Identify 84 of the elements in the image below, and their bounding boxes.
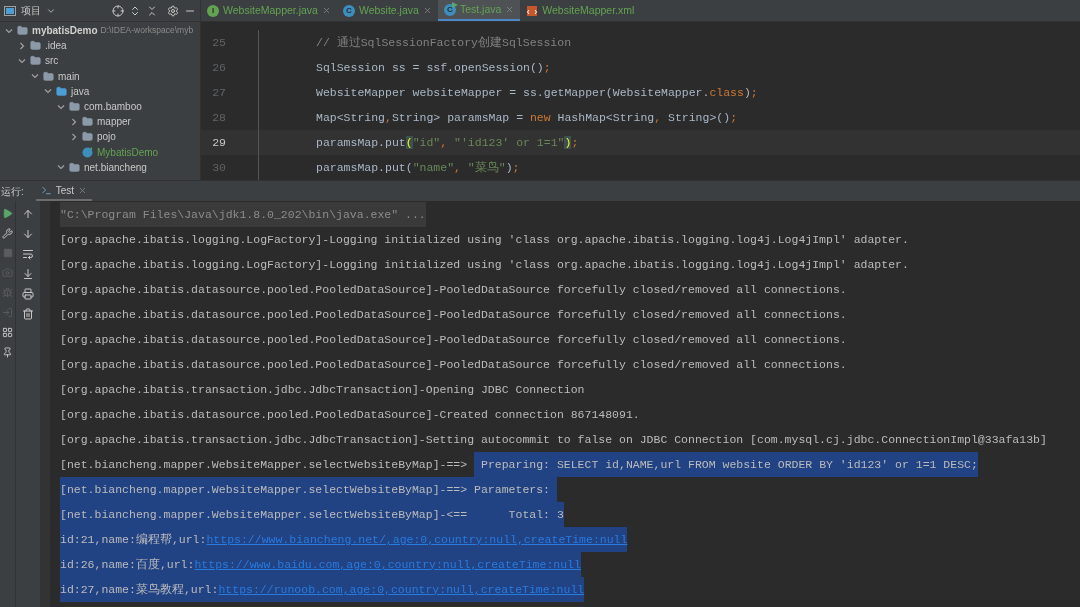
close-icon[interactable] [422, 6, 432, 15]
console-text: [org.apache.ibatis.datasource.pooled.PooledDataSource]-PooledDataSource forcefully closed/removed all connections. [60, 331, 847, 348]
layout-icon[interactable] [2, 327, 13, 338]
folder-icon [82, 131, 93, 143]
close-icon[interactable] [505, 5, 515, 14]
pin-icon[interactable] [2, 347, 13, 358]
console-text: Preparing: SELECT id,NAME,url FROM website ORDER BY 'id123' or 1=1 DESC; [474, 452, 978, 477]
expand-all-icon[interactable] [129, 4, 141, 17]
editor-tab[interactable]: I WebsiteMapper.java [201, 0, 337, 21]
collapse-all-icon[interactable] [146, 4, 158, 17]
line-number: 25 [211, 34, 226, 51]
file-type-icon: C [443, 3, 456, 16]
console-text: id:21,name:编程帮,url: [60, 527, 207, 552]
code-text: paramsMap.put("name", "菜鸟"); [315, 159, 520, 176]
console-text: [org.apache.ibatis.datasource.pooled.PooledDataSource]-PooledDataSource forcefully closed/removed all connections. [60, 306, 847, 323]
scroll-to-end-icon[interactable] [22, 268, 34, 280]
console-text: id:26,name:百度,url: [60, 552, 195, 577]
folder-icon [30, 40, 41, 52]
locate-icon[interactable] [112, 4, 124, 17]
settings-icon[interactable] [167, 4, 179, 17]
line-number: 27 [211, 84, 226, 101]
line-number: 29 [211, 134, 226, 151]
close-icon[interactable] [78, 185, 88, 195]
panel-title[interactable]: 项目 [21, 3, 41, 18]
down-arrow-icon[interactable] [22, 228, 34, 240]
tree-item[interactable]: com.bamboo [84, 99, 142, 115]
console-text: [org.apache.ibatis.datasource.pooled.PooledDataSource]-PooledDataSource forcefully closed/removed all connections. [60, 281, 847, 298]
project-window-icon [4, 5, 16, 16]
console-text: id:27,name:菜鸟教程,url: [60, 577, 219, 602]
console-text: [org.apache.ibatis.transaction.jdbc.JdbcTransaction]-Setting autocommit to false on JDBC Connection [com.mysql.cj.jdbc.ConnectionImpl@33afa13b] [60, 431, 1047, 448]
console-icon [40, 184, 52, 196]
module-path: D:\IDEA-workspace\myb [100, 24, 194, 37]
code-text: WebsiteMapper websiteMapper = ss.getMapper(WebsiteMapper.class); [315, 84, 758, 101]
editor-tab[interactable]: WebsiteMapper.xml [520, 0, 641, 21]
tree-item[interactable]: java [71, 83, 90, 99]
soft-wrap-icon[interactable] [22, 248, 34, 260]
folder-icon [43, 70, 54, 82]
console-text: [org.apache.ibatis.datasource.pooled.PooledDataSource]-Created connection 867148091. [60, 406, 640, 423]
up-arrow-icon[interactable] [22, 208, 34, 220]
folder-icon [17, 25, 28, 37]
code-text: paramsMap.put("id", "'id123' or 1=1"); [315, 134, 579, 151]
tab-label: WebsiteMapper.xml [542, 2, 635, 18]
run-icon[interactable] [2, 208, 13, 219]
console-text: [net.biancheng.mapper.WebsiteMapper.selectWebsiteByMap]-<== Total: 3 [60, 502, 564, 527]
close-icon[interactable] [321, 6, 331, 15]
tree-item[interactable]: src [45, 53, 59, 69]
tree-item[interactable]: pojo [97, 129, 116, 145]
class-icon [82, 146, 93, 158]
trash-icon[interactable] [22, 308, 34, 320]
print-icon[interactable] [22, 288, 34, 300]
console-text: [org.apache.ibatis.datasource.pooled.PooledDataSource]-PooledDataSource forcefully closed/removed all connections. [60, 356, 847, 373]
console-text: "C:\Program Files\Java\jdk1.8.0_202\bin\java.exe" ... [60, 206, 426, 223]
line-number: 28 [211, 109, 226, 126]
code-text: Map<String,String> paramsMap = new HashMap<String, String>(); [315, 109, 738, 126]
folder-icon [82, 116, 93, 128]
line-number: 26 [211, 59, 226, 76]
console-text: [net.biancheng.mapper.WebsiteMapper.selectWebsiteByMap]-==> Parameters: [60, 477, 557, 502]
tree-item[interactable]: main [58, 68, 80, 84]
tab-label: Website.java [358, 2, 419, 18]
tree-item[interactable]: .idea [45, 38, 67, 54]
code-text: // 通过SqlSessionFactory创建SqlSession [315, 34, 572, 51]
tree-item[interactable]: mapper [97, 114, 131, 130]
console-text: [net.biancheng.mapper.WebsiteMapper.selectWebsiteByMap]-==> [60, 456, 469, 473]
folder-icon [69, 161, 80, 173]
line-number: 30 [211, 159, 226, 176]
wrench-icon[interactable] [2, 228, 13, 239]
console-text: [org.apache.ibatis.logging.LogFactory]-Logging initialized using 'class org.apache.ibatis.logging.log4j.Log4jImpl' adapter. [60, 256, 909, 273]
xml-file-icon [526, 4, 539, 17]
folder-icon [69, 101, 80, 113]
console-text: [org.apache.ibatis.logging.LogFactory]-Logging initialized using 'class org.apache.ibatis.logging.log4j.Log4jImpl' adapter. [60, 231, 909, 248]
console-text: [org.apache.ibatis.transaction.jdbc.JdbcTransaction]-Opening JDBC Connection [60, 381, 585, 398]
tab-label: WebsiteMapper.java [223, 2, 318, 18]
tree-item[interactable]: net.biancheng [84, 159, 147, 175]
folder-icon [56, 85, 67, 97]
file-type-icon: C [342, 4, 355, 17]
file-type-icon: I [207, 4, 219, 17]
tree-item[interactable]: mybatisDemo [32, 23, 98, 39]
editor-tab[interactable]: C Test.java [437, 0, 521, 21]
folder-icon [30, 55, 41, 67]
run-label: 运行: [0, 184, 24, 199]
code-text: SqlSession ss = ssf.openSession(); [315, 59, 551, 76]
tab-label: Test.java [459, 1, 502, 17]
tree-item[interactable]: MybatisDemo [97, 144, 159, 160]
editor-tab[interactable]: C Website.java [336, 0, 438, 21]
